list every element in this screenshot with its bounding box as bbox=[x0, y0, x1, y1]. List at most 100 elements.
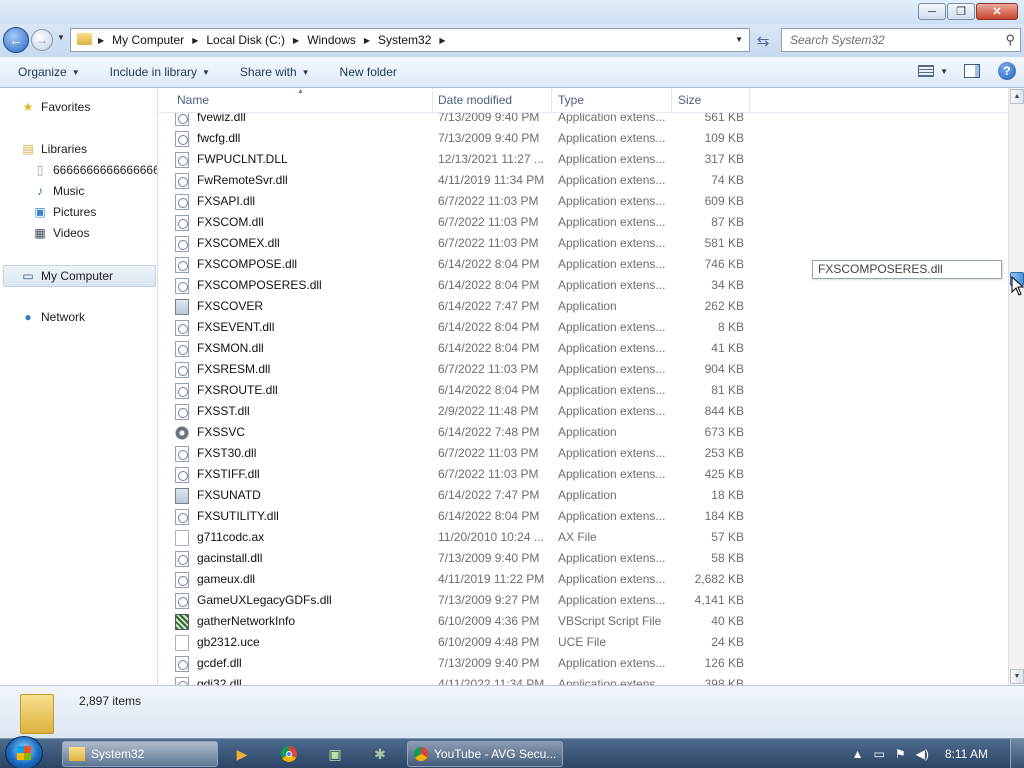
file-name-cell[interactable]: FwRemoteSvr.dll bbox=[175, 170, 435, 191]
sidebar-item-pictures[interactable]: ▣ Pictures bbox=[32, 205, 96, 219]
table-row[interactable]: FXSSVC 6/14/2022 7:48 PM Application 673 KB bbox=[159, 422, 1009, 443]
file-name-cell[interactable]: FXSMON.dll bbox=[175, 338, 435, 359]
sidebar-item-my-computer[interactable]: ▭ My Computer bbox=[3, 265, 156, 287]
terminal-icon[interactable]: ▣ bbox=[325, 744, 345, 764]
recent-pages-dropdown[interactable]: ▼ bbox=[57, 33, 65, 42]
table-row[interactable]: gatherNetworkInfo 6/10/2009 4:36 PM VBScri… bbox=[159, 611, 1009, 632]
include-in-library-button[interactable]: Include in library ▼ bbox=[101, 65, 219, 79]
action-center-icon[interactable]: ⚑ bbox=[895, 747, 906, 761]
back-button[interactable]: ← bbox=[3, 27, 29, 53]
table-row[interactable]: FXST30.dll 6/7/2022 11:03 PM Application e… bbox=[159, 443, 1009, 464]
table-row[interactable]: FXSUTILITY.dll 6/14/2022 8:04 PM Applicati… bbox=[159, 506, 1009, 527]
network-tray-icon[interactable]: ▭ bbox=[874, 747, 885, 761]
file-name-cell[interactable]: FXST30.dll bbox=[175, 443, 435, 464]
table-row[interactable]: FXSRESM.dll 6/7/2022 11:03 PM Application … bbox=[159, 359, 1009, 380]
file-name-cell[interactable]: gatherNetworkInfo bbox=[175, 611, 435, 632]
volume-icon[interactable]: ◀) bbox=[916, 747, 929, 761]
table-row[interactable]: FXSCOMEX.dll 6/7/2022 11:03 PM Application… bbox=[159, 233, 1009, 254]
taskbar-item-system32[interactable]: System32 bbox=[62, 741, 218, 767]
table-row[interactable]: g711codc.ax 11/20/2010 10:24 ... AX File 57… bbox=[159, 527, 1009, 548]
chrome-icon[interactable] bbox=[279, 744, 299, 764]
show-desktop-button[interactable] bbox=[1010, 739, 1024, 768]
column-type[interactable]: Type bbox=[552, 88, 672, 113]
breadcrumb-local-disk[interactable]: Local Disk (C:) bbox=[206, 33, 285, 47]
sidebar-item-favorites[interactable]: ★ Favorites bbox=[20, 100, 91, 114]
table-row[interactable]: FXSTIFF.dll 6/7/2022 11:03 PM Application … bbox=[159, 464, 1009, 485]
organize-button[interactable]: Organize ▼ bbox=[9, 65, 89, 79]
file-name-cell[interactable]: FXSCOVER bbox=[175, 296, 435, 317]
file-name-cell[interactable]: FWPUCLNT.DLL bbox=[175, 149, 435, 170]
start-button[interactable] bbox=[5, 736, 43, 768]
chevron-down-icon[interactable]: ▼ bbox=[940, 67, 948, 76]
file-name-cell[interactable]: FXSEVENT.dll bbox=[175, 317, 435, 338]
forward-button[interactable]: → bbox=[31, 29, 53, 51]
file-name-cell[interactable]: gb2312.uce bbox=[175, 632, 435, 653]
clock[interactable]: 8:11 AM bbox=[945, 747, 988, 761]
sidebar-item-videos[interactable]: ▦ Videos bbox=[32, 226, 89, 240]
file-name-cell[interactable]: FXSRESM.dll bbox=[175, 359, 435, 380]
media-player-icon[interactable]: ▶ bbox=[232, 744, 252, 764]
file-name-cell[interactable]: FXSSVC bbox=[175, 422, 435, 443]
chevron-right-icon[interactable]: ▶ bbox=[293, 36, 299, 45]
table-row[interactable]: FXSCOVER 6/14/2022 7:47 PM Application 262 … bbox=[159, 296, 1009, 317]
vertical-scrollbar[interactable]: ▲ ▼ bbox=[1008, 88, 1024, 685]
maximize-button[interactable]: ❐ bbox=[947, 3, 975, 20]
scroll-up-icon[interactable]: ▲ bbox=[1010, 89, 1024, 104]
file-name-cell[interactable]: FXSCOMPOSERES.dll bbox=[175, 275, 435, 296]
file-name-cell[interactable]: gacinstall.dll bbox=[175, 548, 435, 569]
table-row[interactable]: gameux.dll 4/11/2019 11:22 PM Application … bbox=[159, 569, 1009, 590]
minimize-button[interactable]: ─ bbox=[918, 3, 946, 20]
help-icon[interactable]: ? bbox=[998, 62, 1016, 80]
file-name-cell[interactable]: FXSCOM.dll bbox=[175, 212, 435, 233]
file-name-cell[interactable]: gcdef.dll bbox=[175, 653, 435, 674]
new-folder-button[interactable]: New folder bbox=[331, 65, 406, 79]
show-hidden-icons-icon[interactable]: ▲ bbox=[852, 747, 864, 761]
search-icon[interactable]: ⚲ bbox=[1005, 32, 1015, 48]
file-name-cell[interactable]: FXSROUTE.dll bbox=[175, 380, 435, 401]
file-name-cell[interactable]: FXSST.dll bbox=[175, 401, 435, 422]
table-row[interactable]: GameUXLegacyGDFs.dll 7/13/2009 9:27 PM App… bbox=[159, 590, 1009, 611]
table-row[interactable]: fwcfg.dll 7/13/2009 9:40 PM Application ex… bbox=[159, 128, 1009, 149]
table-row[interactable]: FXSEVENT.dll 6/14/2022 8:04 PM Application… bbox=[159, 317, 1009, 338]
close-button[interactable]: ✕ bbox=[976, 3, 1018, 20]
table-row[interactable]: FXSST.dll 2/9/2022 11:48 PM Application ex… bbox=[159, 401, 1009, 422]
chevron-right-icon[interactable]: ▶ bbox=[364, 36, 370, 45]
table-row[interactable]: gb2312.uce 6/10/2009 4:48 PM UCE File 24 KB bbox=[159, 632, 1009, 653]
sidebar-item-libraries[interactable]: ▤ Libraries bbox=[20, 142, 87, 156]
file-name-cell[interactable]: FXSUTILITY.dll bbox=[175, 506, 435, 527]
chevron-right-icon[interactable]: ▶ bbox=[439, 36, 445, 45]
table-row[interactable]: gcdef.dll 7/13/2009 9:40 PM Application ex… bbox=[159, 653, 1009, 674]
column-date-modified[interactable]: Date modified bbox=[432, 88, 552, 113]
taskbar-item-youtube[interactable]: YouTube - AVG Secu... bbox=[407, 741, 563, 767]
file-name-cell[interactable]: gameux.dll bbox=[175, 569, 435, 590]
breadcrumb-windows[interactable]: Windows bbox=[307, 33, 356, 47]
file-name-cell[interactable]: fwcfg.dll bbox=[175, 128, 435, 149]
search-input[interactable]: Search System32 ⚲ bbox=[781, 28, 1021, 52]
table-row[interactable]: FXSUNATD 6/14/2022 7:47 PM Application 18 K… bbox=[159, 485, 1009, 506]
file-name-cell[interactable]: gdi32.dll bbox=[175, 674, 435, 685]
scroll-down-icon[interactable]: ▼ bbox=[1010, 669, 1024, 684]
file-name-cell[interactable]: FXSAPI.dll bbox=[175, 191, 435, 212]
file-name-cell[interactable]: FXSUNATD bbox=[175, 485, 435, 506]
preview-pane-icon[interactable] bbox=[964, 64, 980, 78]
file-name-cell[interactable]: FXSCOMEX.dll bbox=[175, 233, 435, 254]
breadcrumb-system32[interactable]: System32 bbox=[378, 33, 431, 47]
chevron-right-icon[interactable]: ▶ bbox=[98, 36, 104, 45]
sidebar-item-network[interactable]: ● Network bbox=[20, 310, 85, 324]
address-dropdown-icon[interactable]: ▼ bbox=[735, 35, 743, 44]
chevron-right-icon[interactable]: ▶ bbox=[192, 36, 198, 45]
table-row[interactable]: gacinstall.dll 7/13/2009 9:40 PM Applicati… bbox=[159, 548, 1009, 569]
table-row[interactable]: FwRemoteSvr.dll 4/11/2019 11:34 PM Applica… bbox=[159, 170, 1009, 191]
sidebar-item-library-666[interactable]: ▯ 666666666666666666 bbox=[32, 163, 157, 177]
file-name-cell[interactable]: GameUXLegacyGDFs.dll bbox=[175, 590, 435, 611]
share-with-button[interactable]: Share with ▼ bbox=[231, 65, 319, 79]
file-name-cell[interactable]: FXSTIFF.dll bbox=[175, 464, 435, 485]
change-view-icon[interactable] bbox=[918, 65, 935, 77]
table-row[interactable]: FWPUCLNT.DLL 12/13/2021 11:27 ... Applicat… bbox=[159, 149, 1009, 170]
refresh-icon[interactable]: ⇆ bbox=[752, 31, 774, 51]
table-row[interactable]: FXSROUTE.dll 6/14/2022 8:04 PM Application… bbox=[159, 380, 1009, 401]
breadcrumb-my-computer[interactable]: My Computer bbox=[112, 33, 184, 47]
table-row[interactable]: FXSAPI.dll 6/7/2022 11:03 PM Application e… bbox=[159, 191, 1009, 212]
column-size[interactable]: Size bbox=[672, 88, 750, 113]
file-name-cell[interactable]: g711codc.ax bbox=[175, 527, 435, 548]
